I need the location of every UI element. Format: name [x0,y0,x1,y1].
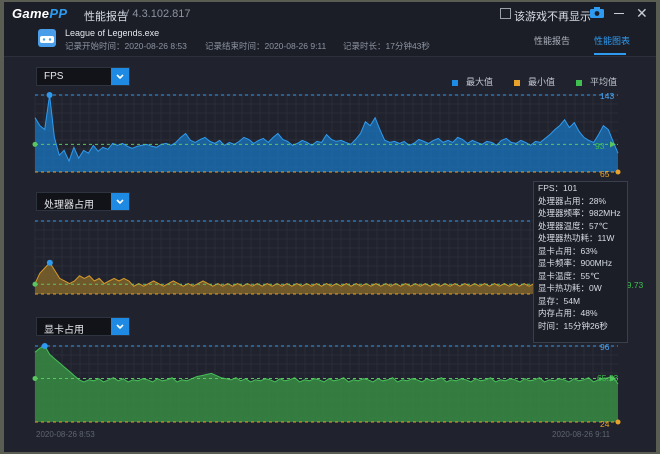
series-area [35,346,618,422]
tooltip-line: FPS：101 [538,183,578,193]
x-axis-end-label: 2020-08-26 9:11 [552,430,611,439]
chart1-avg-label: 93 [595,141,605,151]
max-marker [46,92,53,98]
series-area [35,95,618,172]
series-area [35,262,618,294]
tooltip-line: 处理器占用：28% [538,195,607,206]
tooltip-line: 时间：15分钟26秒 [538,320,608,331]
chart3-avg-label: 65.23 [597,373,619,383]
tooltip-line: 处理器频率：982MHz [538,208,621,218]
avg-marker [32,141,38,147]
tooltip-line: 处理器温度：57℃ [538,220,609,231]
tooltip-line: 显卡频率：900MHz [538,258,613,268]
chart1-max-label: 143 [600,91,615,101]
min-marker [615,419,621,425]
series-line [34,345,619,385]
tooltip-line: 处理器热功耗：11W [538,233,615,243]
tooltip-line: 内存占用：48% [538,308,598,318]
tooltip-line: 显存：54M [538,295,581,306]
performance-report-window: GamePP 性能报告 V 4.3.102.817 该游戏不再显示 ✕ Leag… [4,2,656,452]
avg-marker [32,281,38,287]
chart3-min-label: 24 [600,419,610,429]
tooltip-line: 显卡热功耗：0W [538,283,602,293]
max-marker [41,343,48,349]
tooltip-line: 显卡温度：55℃ [538,270,600,281]
max-marker [46,259,53,266]
data-tooltip: FPS：101 处理器占用：28% 处理器频率：982MHz 处理器温度：57℃ 处理器… [533,181,628,343]
chart1-min-label: 65 [600,169,610,179]
chart3-max-label: 96 [600,342,610,352]
min-marker [615,169,621,175]
tooltip-line: 显卡占用：63% [538,245,598,256]
avg-marker [32,375,38,381]
x-axis-start-label: 2020-08-26 8:53 [36,430,95,439]
